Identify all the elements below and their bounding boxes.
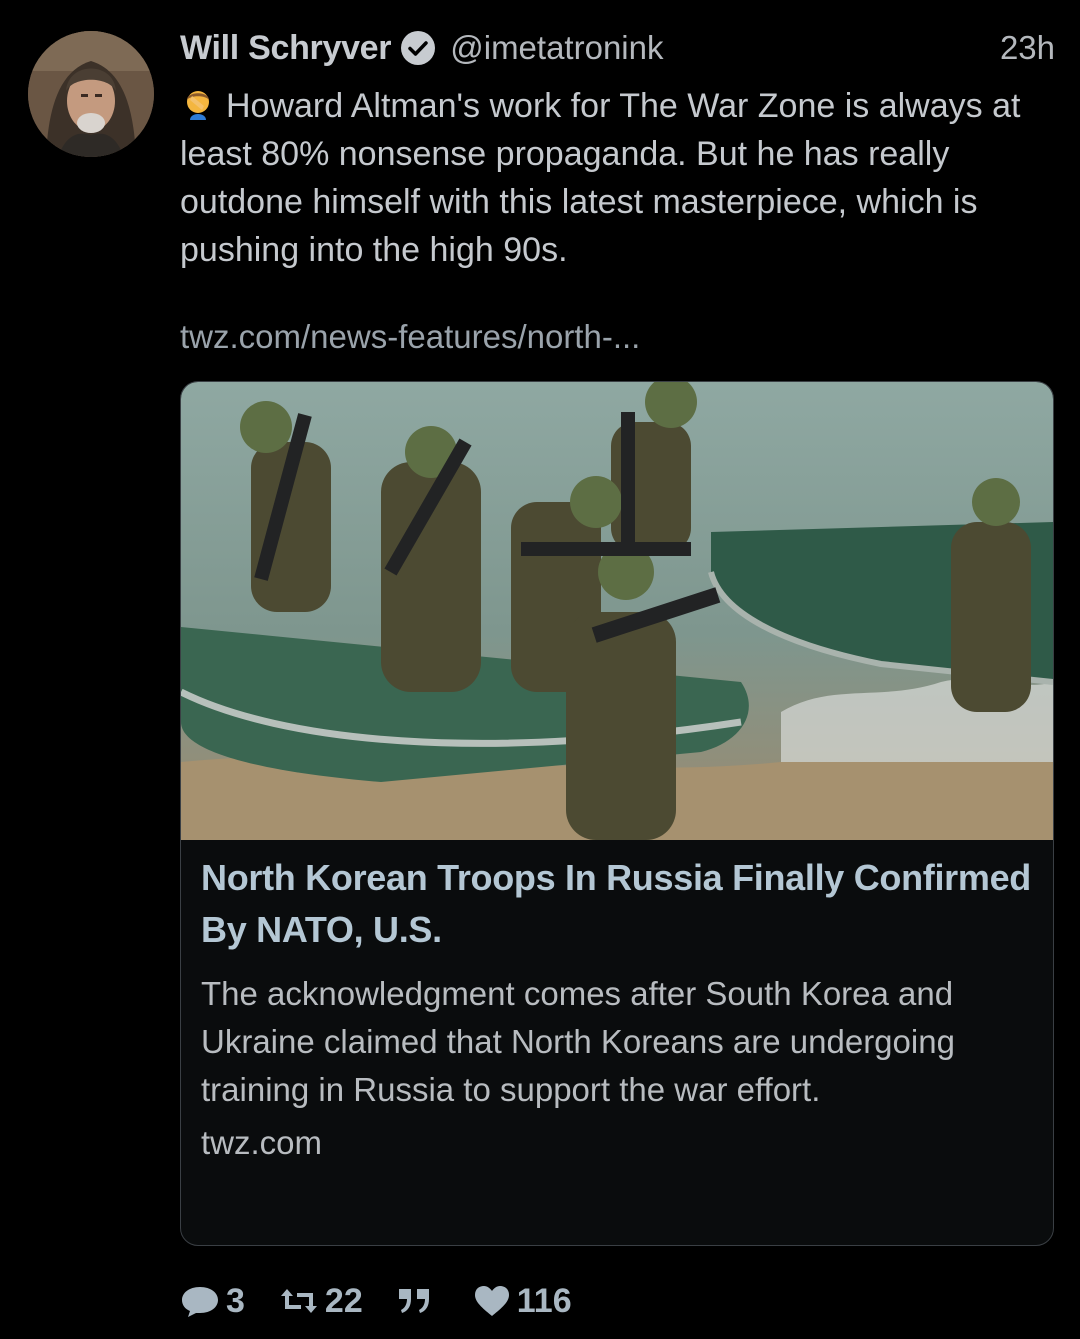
timestamp[interactable]: 23h [1000, 29, 1055, 67]
quote-button[interactable] [397, 1286, 439, 1316]
card-headline[interactable]: North Korean Troops In Russia Finally Co… [201, 852, 1041, 956]
tweet-text: Howard Altman's work for The War Zone is… [180, 82, 1060, 274]
avatar[interactable] [28, 31, 154, 157]
reply-icon [182, 1287, 218, 1317]
avatar-photo-icon [28, 31, 154, 157]
retweet-button[interactable]: 22 [279, 1282, 363, 1321]
user-handle[interactable]: @imetatronink [450, 29, 663, 67]
quote-icon [398, 1289, 429, 1313]
tweet-actions: 3 22 116 [180, 1278, 606, 1324]
link-card[interactable]: North Korean Troops In Russia Finally Co… [180, 381, 1054, 1246]
tweet-header: Will Schryver @imetatronink 23h [180, 24, 1055, 72]
tweet: Will Schryver @imetatronink 23h Howard A… [0, 0, 1080, 1339]
facepalm-emoji-icon [180, 86, 216, 122]
card-image[interactable] [181, 382, 1053, 840]
retweet-icon [280, 1289, 317, 1313]
tweet-text-content: Howard Altman's work for The War Zone is… [180, 87, 1021, 269]
soldiers-landing-boats-photo-icon [181, 382, 1053, 840]
retweet-count: 22 [324, 1281, 363, 1320]
display-name[interactable]: Will Schryver [180, 29, 392, 68]
like-button[interactable]: 116 [473, 1282, 572, 1321]
heart-icon [474, 1286, 509, 1316]
card-domain: twz.com [201, 1124, 323, 1161]
reply-count: 3 [226, 1281, 245, 1320]
verified-badge-icon [399, 29, 437, 67]
tweet-link[interactable]: twz.com/news-features/north-... [180, 318, 640, 356]
reply-button[interactable]: 3 [180, 1282, 245, 1321]
like-count: 116 [516, 1281, 572, 1320]
card-body: North Korean Troops In Russia Finally Co… [201, 852, 1041, 1162]
card-description: The acknowledgment comes after South Kor… [201, 975, 955, 1108]
